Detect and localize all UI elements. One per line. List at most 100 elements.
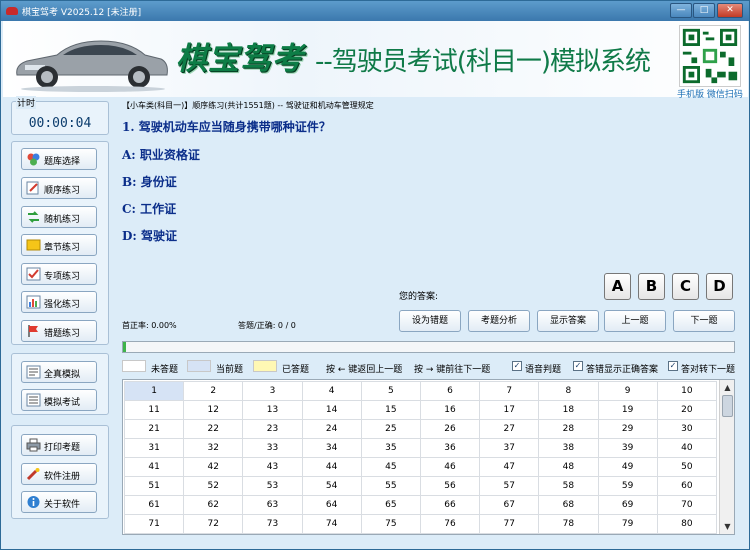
question-cell[interactable]: 61 (123, 495, 185, 515)
register-button[interactable]: 软件注册 (21, 463, 97, 485)
wrong-practice-button[interactable]: 错题练习 (21, 320, 97, 342)
question-cell[interactable]: 19 (597, 400, 658, 420)
question-cell[interactable]: 36 (419, 438, 481, 458)
question-bank-button[interactable]: 题库选择 (21, 148, 97, 170)
question-cell[interactable]: 13 (242, 400, 303, 420)
question-cell[interactable]: 63 (242, 495, 303, 515)
chapter-practice-button[interactable]: 章节练习 (21, 234, 97, 256)
show-answer-button[interactable]: 显示答案 (537, 310, 599, 332)
question-cell[interactable]: 29 (597, 419, 658, 439)
question-cell[interactable]: 71 (123, 514, 185, 534)
question-cell[interactable]: 31 (123, 438, 185, 458)
question-cell[interactable]: 59 (597, 476, 658, 496)
mock-exam-button[interactable]: 模拟考试 (21, 389, 97, 411)
question-cell[interactable]: 56 (419, 476, 481, 496)
option-d[interactable]: D: 驾驶证 (122, 227, 177, 244)
question-cell[interactable]: 14 (301, 400, 362, 420)
question-cell[interactable]: 79 (597, 514, 658, 534)
question-cell[interactable]: 3 (242, 381, 303, 401)
question-cell[interactable]: 32 (183, 438, 244, 458)
question-cell[interactable]: 43 (242, 457, 303, 477)
question-cell[interactable]: 65 (360, 495, 421, 515)
question-cell[interactable]: 10 (656, 381, 718, 401)
question-cell[interactable]: 24 (301, 419, 362, 439)
question-cell[interactable]: 5 (360, 381, 421, 401)
about-button[interactable]: 关于软件 (21, 491, 97, 513)
question-cell[interactable]: 70 (656, 495, 718, 515)
maximize-button[interactable]: □ (693, 3, 715, 18)
question-cell[interactable]: 15 (360, 400, 421, 420)
question-cell[interactable]: 34 (301, 438, 362, 458)
minimize-button[interactable]: — (670, 3, 692, 18)
question-cell[interactable]: 40 (656, 438, 718, 458)
question-cell[interactable]: 53 (242, 476, 303, 496)
question-cell[interactable]: 80 (656, 514, 718, 534)
question-cell[interactable]: 30 (656, 419, 718, 439)
question-cell[interactable]: 9 (597, 381, 658, 401)
question-cell[interactable]: 44 (301, 457, 362, 477)
question-cell[interactable]: 75 (360, 514, 421, 534)
question-cell[interactable]: 35 (360, 438, 421, 458)
question-cell[interactable]: 17 (479, 400, 540, 420)
question-cell[interactable]: 64 (301, 495, 362, 515)
sequence-practice-button[interactable]: 顺序练习 (21, 177, 97, 199)
close-button[interactable]: ✕ (717, 3, 743, 18)
answer-c-button[interactable]: C (672, 273, 699, 300)
answer-b-button[interactable]: B (638, 273, 665, 300)
question-cell[interactable]: 11 (123, 400, 185, 420)
question-cell[interactable]: 1 (123, 381, 185, 401)
question-cell[interactable]: 69 (597, 495, 658, 515)
option-a[interactable]: A: 职业资格证 (122, 146, 200, 163)
question-cell[interactable]: 73 (242, 514, 303, 534)
question-cell[interactable]: 67 (479, 495, 540, 515)
print-questions-button[interactable]: 打印考题 (21, 434, 97, 456)
question-cell[interactable]: 41 (123, 457, 185, 477)
random-practice-button[interactable]: 随机练习 (21, 206, 97, 228)
voice-judge-checkbox[interactable]: ✓ (512, 361, 522, 371)
question-cell[interactable]: 2 (183, 381, 244, 401)
question-cell[interactable]: 60 (656, 476, 718, 496)
question-cell[interactable]: 22 (183, 419, 244, 439)
next-question-button[interactable]: 下一题 (673, 310, 735, 332)
question-cell[interactable]: 50 (656, 457, 718, 477)
question-cell[interactable]: 8 (538, 381, 599, 401)
answer-d-button[interactable]: D (706, 273, 733, 300)
question-cell[interactable]: 39 (597, 438, 658, 458)
question-cell[interactable]: 58 (538, 476, 599, 496)
question-cell[interactable]: 48 (538, 457, 599, 477)
question-cell[interactable]: 45 (360, 457, 421, 477)
question-cell[interactable]: 26 (419, 419, 481, 439)
question-cell[interactable]: 66 (419, 495, 481, 515)
scroll-up-icon[interactable]: ▲ (721, 381, 734, 394)
reinforce-practice-button[interactable]: 强化练习 (21, 291, 97, 313)
question-cell[interactable]: 54 (301, 476, 362, 496)
question-cell[interactable]: 72 (183, 514, 244, 534)
previous-question-button[interactable]: 上一题 (604, 310, 666, 332)
question-cell[interactable]: 57 (479, 476, 540, 496)
question-cell[interactable]: 16 (419, 400, 481, 420)
question-cell[interactable]: 28 (538, 419, 599, 439)
question-cell[interactable]: 74 (301, 514, 362, 534)
question-cell[interactable]: 51 (123, 476, 185, 496)
answer-a-button[interactable]: A (604, 273, 631, 300)
question-cell[interactable]: 18 (538, 400, 599, 420)
question-cell[interactable]: 68 (538, 495, 599, 515)
grid-scrollbar[interactable]: ▲ ▼ (719, 380, 734, 534)
question-cell[interactable]: 4 (301, 381, 362, 401)
question-analysis-button[interactable]: 考题分析 (468, 310, 530, 332)
mark-wrong-button[interactable]: 设为错题 (399, 310, 461, 332)
question-cell[interactable]: 42 (183, 457, 244, 477)
question-cell[interactable]: 52 (183, 476, 244, 496)
question-cell[interactable]: 21 (123, 419, 185, 439)
question-cell[interactable]: 25 (360, 419, 421, 439)
special-practice-button[interactable]: 专项练习 (21, 263, 97, 285)
full-simulation-button[interactable]: 全真模拟 (21, 361, 97, 383)
question-cell[interactable]: 78 (538, 514, 599, 534)
question-cell[interactable]: 23 (242, 419, 303, 439)
question-cell[interactable]: 27 (479, 419, 540, 439)
question-cell[interactable]: 62 (183, 495, 244, 515)
question-cell[interactable]: 38 (538, 438, 599, 458)
question-cell[interactable]: 77 (479, 514, 540, 534)
show-correct-checkbox[interactable]: ✓ (573, 361, 583, 371)
question-cell[interactable]: 12 (183, 400, 244, 420)
